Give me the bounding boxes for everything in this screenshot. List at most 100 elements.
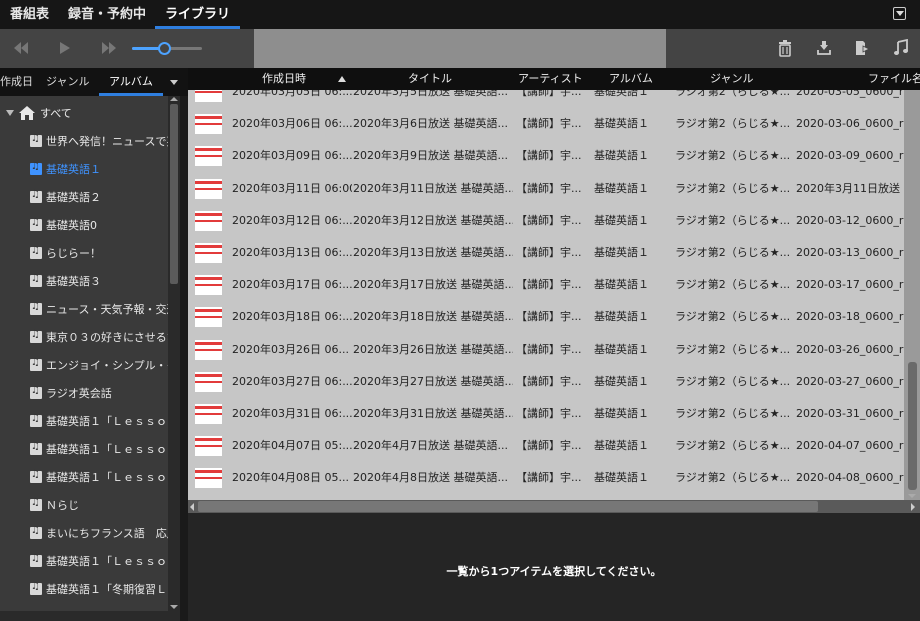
- sidebar-album-label: 東京０３の好きにさせるな: [46, 331, 168, 344]
- expand-arrow-icon[interactable]: [6, 109, 14, 117]
- cell-filename: 2020-03-13_0600_ra: [796, 246, 904, 259]
- sidebar-horizontal-scrollbar[interactable]: [0, 611, 180, 621]
- trash-icon[interactable]: [776, 39, 794, 57]
- volume-knob[interactable]: [157, 42, 171, 55]
- table-row[interactable]: 2020年03月31日 06:... 2020年3月31日放送 基礎英語... 【講…: [188, 398, 904, 430]
- column-header-created[interactable]: 作成日時: [262, 68, 306, 90]
- column-header-genre[interactable]: ジャンル: [710, 68, 753, 90]
- table-row[interactable]: 2020年03月12日 06:... 2020年3月12日放送 基礎英語... 【講…: [188, 205, 904, 237]
- tab-genre[interactable]: ジャンル: [46, 68, 89, 96]
- sidebar-album-item[interactable]: 基礎英語１「Ｌｅｓｓｏｎ: [30, 467, 168, 487]
- music-note-icon[interactable]: [892, 38, 910, 57]
- scroll-thumb[interactable]: [908, 362, 917, 490]
- sidebar-album-item[interactable]: 基礎英語１: [30, 159, 168, 179]
- sidebar-album-item[interactable]: 基礎英語１「Ｌｅｓｓｏｎ: [30, 439, 168, 459]
- export-icon[interactable]: [853, 39, 871, 57]
- table-horizontal-scrollbar[interactable]: [188, 500, 920, 513]
- cell-title: 2020年3月5日放送 基礎英語...: [353, 90, 508, 98]
- sidebar-album-label: 基礎英語１「Ｌｅｓｓｏｎ: [46, 471, 168, 484]
- sidebar-vertical-scrollbar[interactable]: [168, 96, 180, 611]
- music-note-icon: [30, 133, 42, 147]
- cell-album: 基礎英語１: [594, 246, 649, 259]
- sidebar-album-label: 基礎英語１「Ｌｅｓｓｏｎ: [46, 415, 168, 428]
- music-note-icon: [30, 217, 42, 231]
- sidebar-album-item[interactable]: 東京０３の好きにさせるな: [30, 327, 168, 347]
- sidebar-album-item[interactable]: 基礎英語１「Ｌｅｓｓｏｎ: [30, 551, 168, 571]
- cell-filename: 2020-04-07_0600_ra: [796, 439, 904, 453]
- seek-bar[interactable]: [254, 29, 666, 68]
- sidebar-album-item[interactable]: Ｎらじ: [30, 495, 168, 515]
- table-row[interactable]: 2020年04月07日 05:... 2020年4月7日放送 基礎英語... 【講師…: [188, 430, 904, 462]
- sidebar-album-item[interactable]: 基礎英語１「冬期復習Ｌｅ: [30, 579, 168, 599]
- sidebar-album-item[interactable]: 基礎英語２: [30, 187, 168, 207]
- cell-created: 2020年03月09日 06:...: [232, 149, 352, 163]
- scroll-left-icon[interactable]: [189, 503, 197, 511]
- cell-genre: ラジオ第2（らじる★...: [675, 213, 791, 227]
- play-icon[interactable]: [54, 38, 76, 58]
- column-header-filename[interactable]: ファイル名: [868, 68, 920, 90]
- table-row[interactable]: 2020年03月18日 06:... 2020年3月18日放送 基礎英語... 【講…: [188, 301, 904, 333]
- cell-filename: 2020-04-08_0600_ra: [796, 471, 904, 485]
- sidebar-album-label: 基礎英語0: [46, 219, 97, 232]
- table-row[interactable]: 2020年03月27日 06:... 2020年3月27日放送 基礎英語... 【講…: [188, 366, 904, 398]
- cell-artist: 【講師】宇...: [516, 246, 582, 259]
- sidebar-album-item[interactable]: ラジオ英会話: [30, 383, 168, 403]
- scroll-down-icon[interactable]: [168, 603, 180, 611]
- fast-forward-icon[interactable]: [98, 38, 120, 58]
- tab-recording-reserved[interactable]: 録音・予約中: [58, 0, 156, 29]
- sidebar-album-label: 基礎英語１: [46, 163, 101, 176]
- tab-created-date[interactable]: 作成日: [0, 68, 33, 96]
- table-row[interactable]: 2020年03月11日 06:00 2020年3月11日放送 基礎英語... 【講師…: [188, 173, 904, 205]
- scroll-thumb[interactable]: [198, 501, 818, 512]
- sidebar-album-item[interactable]: エンジョイ・シンプル・イ: [30, 355, 168, 375]
- cell-genre: ラジオ第2（らじる★...: [675, 246, 791, 259]
- cell-title: 2020年3月6日放送 基礎英語...: [353, 117, 508, 131]
- sidebar-album-item[interactable]: 世界へ発信！ニュースで英: [30, 131, 168, 151]
- music-note-icon: [30, 553, 42, 567]
- table-row[interactable]: 2020年03月05日 06:... 2020年3月5日放送 基礎英語... 【講師…: [188, 90, 904, 108]
- sidebar-album-item[interactable]: ニュース・天気予報・交通: [30, 299, 168, 319]
- table-row[interactable]: 2020年03月13日 06:... 2020年3月13日放送 基礎英語... 【講…: [188, 237, 904, 269]
- download-icon[interactable]: [815, 39, 833, 57]
- cell-artist: 【講師】宇...: [516, 278, 582, 292]
- column-header-artist[interactable]: アーティスト: [518, 68, 583, 90]
- cell-created: 2020年03月06日 06:...: [232, 117, 352, 131]
- table-row[interactable]: 2020年04月08日 05... 2020年4月8日放送 基礎英語... 【講師】…: [188, 462, 904, 494]
- cell-genre: ラジオ第2（らじる★...: [675, 90, 791, 98]
- table-row[interactable]: 2020年03月26日 06... 2020年3月26日放送 基礎英語... 【講師…: [188, 334, 904, 366]
- tab-album[interactable]: アルバム: [99, 68, 163, 96]
- sidebar-album-item[interactable]: 基礎英語0: [30, 215, 168, 235]
- tab-program-guide[interactable]: 番組表: [0, 0, 59, 29]
- tree-root-all[interactable]: すべて: [6, 103, 72, 123]
- cell-artist: 【講師】宇...: [516, 90, 582, 98]
- column-header-title[interactable]: タイトル: [408, 68, 452, 90]
- sidebar-album-label: 基礎英語１「冬期復習Ｌｅ: [46, 583, 168, 596]
- table-row[interactable]: 2020年03月17日 06:... 2020年3月17日放送 基礎英語... 【講…: [188, 269, 904, 301]
- cell-album: 基礎英語１: [594, 181, 649, 195]
- volume-slider[interactable]: [132, 42, 202, 55]
- column-header-album[interactable]: アルバム: [609, 68, 653, 90]
- cell-created: 2020年03月18日 06:...: [232, 310, 352, 324]
- scroll-up-icon[interactable]: [168, 96, 180, 104]
- cell-genre: ラジオ第2（らじる★...: [675, 439, 791, 453]
- music-note-icon: [30, 189, 42, 203]
- chevron-down-icon[interactable]: [168, 78, 180, 88]
- sidebar-album-item[interactable]: 基礎英語３: [30, 271, 168, 291]
- sidebar-album-label: Ｎらじ: [46, 499, 79, 512]
- sidebar-album-item[interactable]: 基礎英語１「Ｌｅｓｓｏｎ: [30, 411, 168, 431]
- chevron-down-box-icon[interactable]: [893, 7, 906, 20]
- table-row[interactable]: 2020年03月09日 06:... 2020年3月9日放送 基礎英語... 【講師…: [188, 140, 904, 172]
- scroll-down-icon[interactable]: [906, 492, 918, 500]
- tab-library[interactable]: ライブラリ: [155, 0, 241, 29]
- sidebar-album-item[interactable]: らじらー！: [30, 243, 168, 263]
- table-body: 2020年03月05日 06:... 2020年3月5日放送 基礎英語... 【講師…: [188, 90, 904, 500]
- scroll-thumb[interactable]: [170, 104, 178, 284]
- scroll-right-icon[interactable]: [908, 503, 916, 511]
- table-vertical-scrollbar[interactable]: [904, 90, 920, 500]
- table-row[interactable]: 2020年03月06日 06:... 2020年3月6日放送 基礎英語... 【講師…: [188, 108, 904, 140]
- cell-album: 基礎英語１: [594, 278, 649, 292]
- top-navigation: 番組表 録音・予約中 ライブラリ: [0, 0, 920, 29]
- program-thumbnail: [195, 146, 222, 167]
- sidebar-album-item[interactable]: まいにちフランス語 応用: [30, 523, 168, 543]
- rewind-icon[interactable]: [10, 38, 32, 58]
